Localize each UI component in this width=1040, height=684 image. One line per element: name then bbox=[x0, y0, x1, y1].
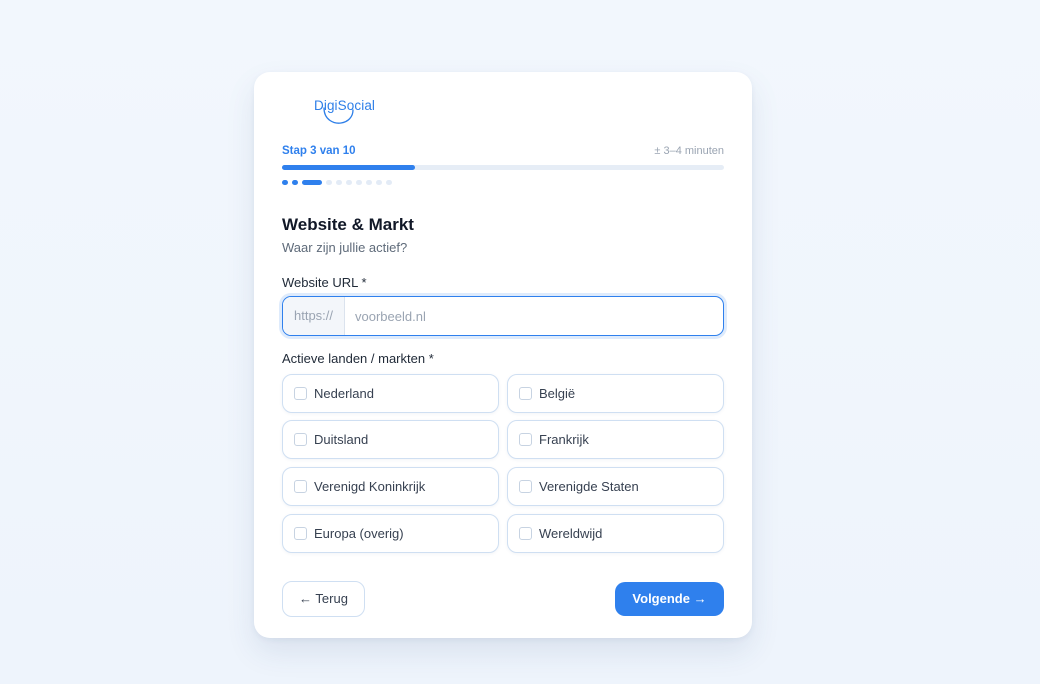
checkbox[interactable] bbox=[294, 480, 307, 493]
option-label: Wereldwijd bbox=[539, 526, 603, 541]
markets-label: Actieve landen / markten * bbox=[282, 351, 434, 366]
step-dot bbox=[366, 180, 372, 185]
market-option-duitsland[interactable]: Duitsland bbox=[282, 420, 499, 459]
market-option-nederland[interactable]: Nederland bbox=[282, 374, 499, 413]
checkbox[interactable] bbox=[294, 433, 307, 446]
step-dot bbox=[346, 180, 352, 185]
market-option-frankrijk[interactable]: Frankrijk bbox=[507, 420, 724, 459]
next-button[interactable]: Volgende → bbox=[615, 582, 724, 616]
option-label: Nederland bbox=[314, 386, 374, 401]
website-url-input[interactable] bbox=[345, 297, 723, 335]
step-dot bbox=[376, 180, 382, 185]
step-dot bbox=[326, 180, 332, 185]
checkbox[interactable] bbox=[294, 387, 307, 400]
logo-arc-icon bbox=[323, 107, 354, 124]
market-option-europa-overig[interactable]: Europa (overig) bbox=[282, 514, 499, 553]
step-dot bbox=[386, 180, 392, 185]
step-indicator: Stap 3 van 10 ± 3–4 minuten bbox=[282, 145, 724, 159]
option-label: Europa (overig) bbox=[314, 526, 404, 541]
page-subtitle: Waar zijn jullie actief? bbox=[282, 240, 408, 255]
market-option-wereldwijd[interactable]: Wereldwijd bbox=[507, 514, 724, 553]
website-url-label: Website URL * bbox=[282, 275, 367, 290]
checkbox[interactable] bbox=[519, 387, 532, 400]
step-dot bbox=[292, 180, 298, 185]
onboarding-card: DigiSocial Stap 3 van 10 ± 3–4 minuten W… bbox=[254, 72, 752, 638]
back-button[interactable]: ← Terug bbox=[282, 581, 365, 617]
option-label: Verenigd Koninkrijk bbox=[314, 479, 426, 494]
brand-logo: DigiSocial bbox=[314, 98, 394, 126]
market-option-belgie[interactable]: België bbox=[507, 374, 724, 413]
checkbox[interactable] bbox=[519, 527, 532, 540]
time-estimate: ± 3–4 minuten bbox=[654, 145, 724, 157]
market-option-verenigd-koninkrijk[interactable]: Verenigd Koninkrijk bbox=[282, 467, 499, 506]
option-label: Duitsland bbox=[314, 432, 369, 447]
step-dot bbox=[356, 180, 362, 185]
option-label: Verenigde Staten bbox=[539, 479, 639, 494]
step-label: Stap 3 van 10 bbox=[282, 145, 356, 157]
step-dot bbox=[282, 180, 288, 185]
market-option-verenigde-staten[interactable]: Verenigde Staten bbox=[507, 467, 724, 506]
progress-bar bbox=[282, 165, 724, 170]
step-dot bbox=[302, 180, 322, 185]
website-url-field: https:// bbox=[282, 296, 724, 336]
url-prefix: https:// bbox=[283, 297, 345, 335]
page-title: Website & Markt bbox=[282, 215, 414, 234]
option-label: België bbox=[539, 386, 576, 401]
progress-bar-fill bbox=[282, 165, 415, 170]
checkbox[interactable] bbox=[519, 433, 532, 446]
checkbox[interactable] bbox=[294, 527, 307, 540]
checkbox[interactable] bbox=[519, 480, 532, 493]
step-dots bbox=[282, 180, 392, 185]
step-dot bbox=[336, 180, 342, 185]
option-label: Frankrijk bbox=[539, 432, 589, 447]
